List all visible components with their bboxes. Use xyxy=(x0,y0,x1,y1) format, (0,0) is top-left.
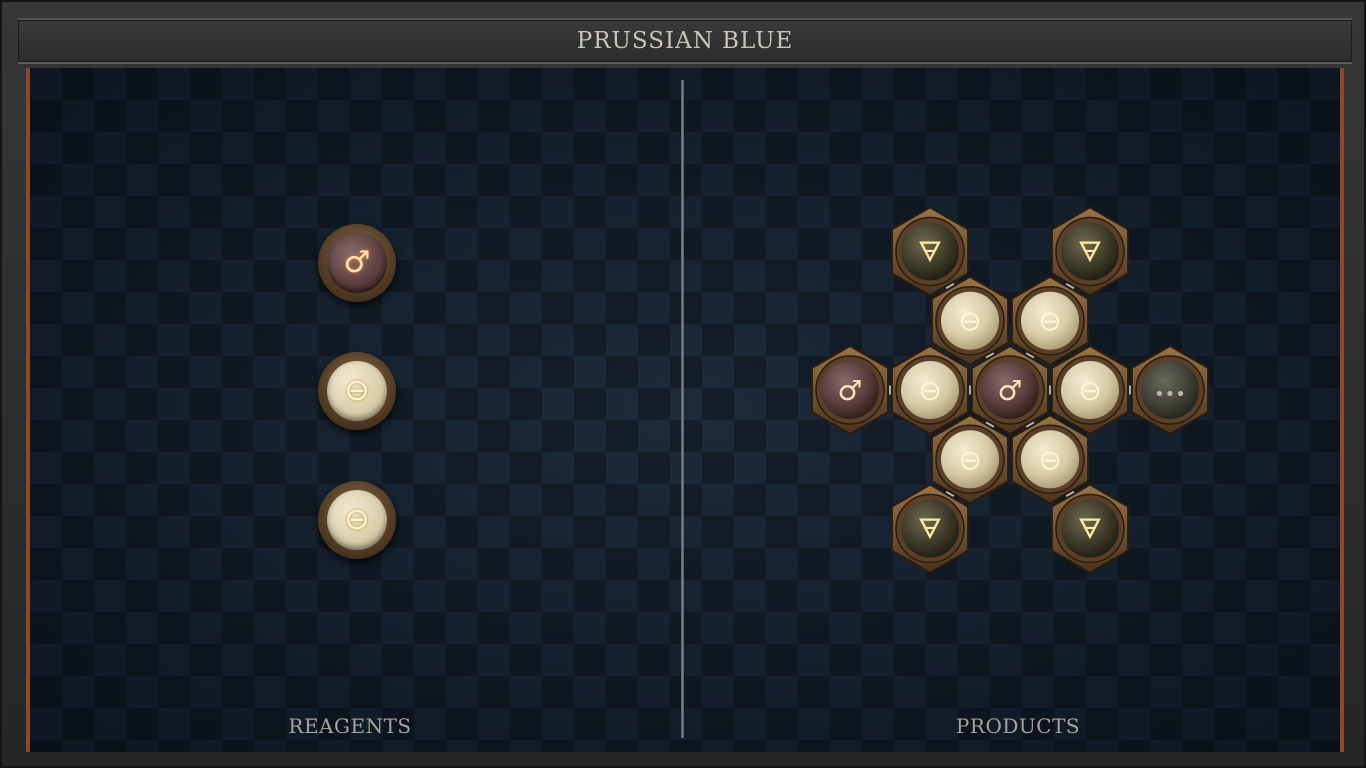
salt-icon: ⊖ xyxy=(958,305,981,338)
title-bar: PRUSSIAN BLUE xyxy=(18,18,1352,64)
iron-icon: ♂ xyxy=(343,245,371,280)
products-label: PRODUCTS xyxy=(955,714,1081,738)
salt-atom: ⊖ xyxy=(935,424,1005,495)
reagent-slot-iron[interactable]: ♂ xyxy=(318,224,396,302)
salt-icon: ⊖ xyxy=(958,443,981,476)
salt-atom: ⊖ xyxy=(935,285,1005,356)
salt-icon: ⊖ xyxy=(344,373,370,408)
iron-atom: ♂ xyxy=(327,233,387,293)
quintessence-atom: ••• xyxy=(1135,355,1205,425)
reagents-label: REAGENTS xyxy=(288,714,412,738)
salt-icon: ⊖ xyxy=(1038,443,1061,476)
reagent-slot-salt-1[interactable]: ⊖ xyxy=(318,352,396,430)
salt-icon: ⊖ xyxy=(1078,374,1101,407)
page-title: PRUSSIAN BLUE xyxy=(576,28,794,54)
salt-atom: ⊖ xyxy=(1015,424,1085,495)
salt-atom: ⊖ xyxy=(1015,285,1085,356)
salt-atom: ⊖ xyxy=(327,490,387,550)
iron-atom: ♂ xyxy=(815,355,885,425)
reagent-slot-salt-2[interactable]: ⊖ xyxy=(318,481,396,559)
salt-icon: ⊖ xyxy=(1038,305,1061,338)
earth-atom: 🜃 xyxy=(1055,216,1125,287)
panel-divider xyxy=(681,80,684,738)
earth-icon: 🜃 xyxy=(918,235,942,268)
earth-icon: 🜃 xyxy=(918,513,942,546)
salt-icon: ⊖ xyxy=(344,502,370,537)
salt-atom: ⊖ xyxy=(327,361,387,421)
salt-atom: ⊖ xyxy=(1055,355,1125,425)
earth-icon: 🜃 xyxy=(1078,235,1102,268)
earth-atom: 🜃 xyxy=(895,493,965,564)
earth-icon: 🜃 xyxy=(1078,513,1102,546)
quintessence-icon: ••• xyxy=(1154,384,1186,405)
salt-atom: ⊖ xyxy=(895,355,965,425)
iron-atom: ♂ xyxy=(975,355,1045,425)
iron-icon: ♂ xyxy=(997,374,1022,407)
earth-atom: 🜃 xyxy=(1055,493,1125,564)
salt-icon: ⊖ xyxy=(918,374,941,407)
earth-atom: 🜃 xyxy=(895,216,965,287)
iron-icon: ♂ xyxy=(837,374,862,407)
